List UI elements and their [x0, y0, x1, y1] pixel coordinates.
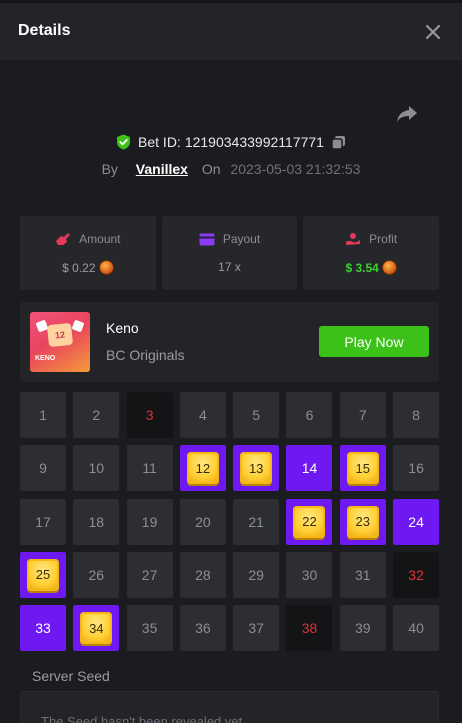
wallet-icon	[199, 233, 215, 245]
keno-cell-hit[interactable]: 22	[286, 498, 333, 545]
keno-cell[interactable]: 6	[286, 392, 333, 438]
keno-cell-drawn[interactable]: 3	[126, 392, 173, 438]
gem-icon: 15	[346, 452, 379, 485]
keno-cell[interactable]: 1	[20, 392, 66, 438]
keno-cell-drawn[interactable]: 38	[286, 605, 333, 652]
keno-cell[interactable]: 8	[393, 392, 440, 438]
bet-stats: Amount $ 0.22 Payout 17 x Profit $ 3.54	[20, 216, 440, 290]
bet-byline: By Vanillex On 2023-05-03 21:32:53	[0, 161, 462, 177]
keno-cell[interactable]: 39	[339, 605, 386, 652]
keno-cell[interactable]: 4	[179, 392, 226, 438]
server-seed-box: The Seed hasn't been revealed yet	[20, 691, 439, 723]
keno-cell[interactable]: 40	[393, 605, 440, 652]
on-label: On	[201, 161, 221, 177]
keno-cell[interactable]: 2	[73, 392, 120, 438]
game-provider: BC Originals	[106, 347, 185, 363]
keno-cell-hit[interactable]: 15	[339, 445, 386, 492]
shield-check-icon	[117, 134, 131, 150]
keno-cell[interactable]: 20	[179, 498, 226, 545]
keno-cell[interactable]: 18	[73, 498, 120, 545]
keno-cell[interactable]: 5	[233, 392, 280, 438]
gem-icon: 23	[346, 505, 379, 538]
shib-coin-icon	[98, 260, 114, 275]
thumbnail-ball: 12	[46, 322, 74, 348]
shib-coin-icon	[381, 260, 397, 275]
play-now-button[interactable]: Play Now	[319, 326, 429, 357]
keno-cell[interactable]: 26	[73, 551, 120, 598]
game-name: Keno	[106, 320, 139, 336]
keno-cell[interactable]: 17	[20, 498, 66, 545]
keno-cell[interactable]: 28	[179, 551, 226, 598]
gem-icon: 22	[293, 505, 326, 538]
profit-icon	[346, 233, 361, 245]
keno-cell[interactable]: 10	[73, 445, 120, 492]
keno-cell[interactable]: 29	[233, 551, 280, 598]
keno-cell[interactable]: 11	[126, 445, 173, 492]
amount-card: Amount $ 0.22	[20, 216, 156, 290]
server-seed-label: Server Seed	[32, 668, 110, 684]
keno-cell-hit[interactable]: 34	[73, 605, 120, 652]
gem-icon: 13	[240, 452, 273, 485]
keno-cell-hit[interactable]: 12	[179, 445, 226, 492]
keno-cell[interactable]: 30	[286, 551, 333, 598]
keno-cell[interactable]: 21	[233, 498, 280, 545]
keno-cell[interactable]: 7	[339, 392, 386, 438]
profit-card: Profit $ 3.54	[303, 216, 440, 290]
gem-icon: 12	[186, 452, 219, 485]
profit-label: Profit	[369, 232, 398, 246]
gem-icon: 25	[27, 558, 59, 591]
keno-cell[interactable]: 35	[126, 605, 173, 652]
amount-label: Amount	[79, 232, 121, 246]
keno-cell-hit[interactable]: 23	[339, 498, 386, 545]
server-seed-text: The Seed hasn't been revealed yet	[41, 714, 243, 723]
page-title: Details	[18, 22, 71, 39]
keno-cell-picked[interactable]: 33	[20, 605, 66, 652]
payout-card: Payout 17 x	[161, 216, 298, 290]
keno-cell-hit[interactable]: 25	[20, 551, 66, 598]
gem-icon: 34	[80, 612, 113, 645]
keno-cell-drawn[interactable]: 32	[393, 551, 440, 598]
username-link[interactable]: Vanillex	[136, 161, 188, 177]
payout-label: Payout	[222, 232, 261, 246]
keno-cell-picked[interactable]: 14	[286, 445, 333, 492]
close-icon[interactable]	[424, 23, 442, 41]
keno-cell[interactable]: 36	[179, 605, 226, 652]
keno-cell[interactable]: 19	[126, 498, 173, 545]
bet-id-value: 121903433992117771	[184, 134, 324, 150]
details-header: Details	[0, 3, 462, 61]
profit-value: $ 3.54	[345, 260, 379, 275]
keno-cell[interactable]: 27	[126, 551, 173, 598]
bet-id-row: Bet ID: 121903433992117771	[0, 134, 462, 153]
payout-value: 17 x	[218, 260, 241, 274]
by-label: By	[101, 161, 118, 177]
dice-icon	[71, 319, 85, 333]
amount-icon	[56, 233, 71, 245]
bet-id-label: Bet ID:	[138, 134, 181, 150]
keno-cell[interactable]: 16	[393, 445, 440, 492]
keno-thumbnail[interactable]: 12 KENO	[30, 312, 90, 372]
thumbnail-label: KENO	[35, 355, 56, 362]
copy-icon[interactable]	[331, 135, 346, 150]
share-icon[interactable]	[396, 104, 418, 124]
keno-cell[interactable]: 31	[339, 551, 386, 598]
keno-cell-hit[interactable]: 13	[233, 445, 280, 492]
keno-board: 1 2 3 4 5 6 7 8 9 10 11 12 13 14 15 16 17 18 19 20 21 22 23 24 2…	[20, 392, 440, 652]
amount-value: $ 0.22	[62, 260, 96, 275]
keno-cell-picked[interactable]: 24	[393, 498, 440, 545]
bet-date: 2023-05-03 21:32:53	[230, 161, 361, 177]
keno-cell[interactable]: 37	[233, 605, 280, 652]
game-card: 12 KENO Keno BC Originals Play Now	[20, 302, 439, 382]
keno-cell[interactable]: 9	[20, 445, 66, 492]
